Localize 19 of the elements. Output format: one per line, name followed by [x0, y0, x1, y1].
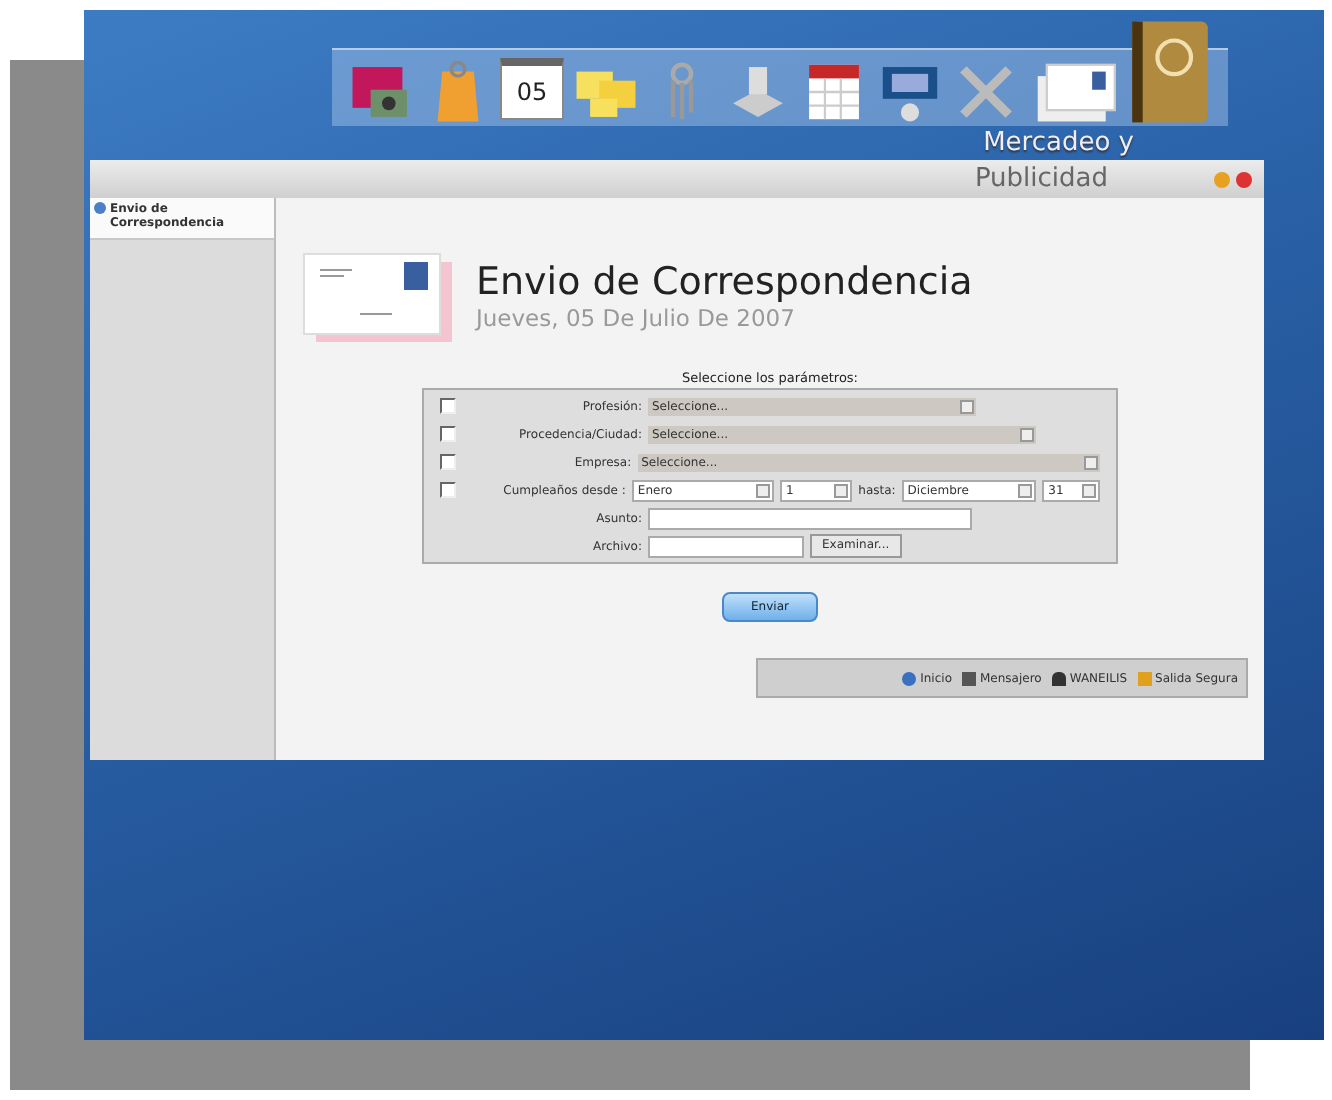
subject-field[interactable] [648, 507, 972, 529]
address-book-icon[interactable] [1128, 18, 1212, 126]
globe-icon [94, 202, 106, 214]
user-icon [1051, 671, 1066, 685]
file-field[interactable] [648, 535, 804, 557]
globe-icon [902, 671, 917, 685]
checkbox[interactable] [440, 482, 456, 498]
checkbox[interactable] [440, 454, 456, 470]
checkbox[interactable] [440, 398, 456, 414]
calendar-day: 05 [516, 78, 548, 106]
date-text: Jueves, 05 De Julio De 2007 [476, 304, 797, 332]
mail-icon [962, 671, 976, 685]
window-title: Publicidad [974, 162, 1108, 196]
close-button[interactable] [1236, 171, 1252, 187]
lock-icon [1137, 671, 1152, 685]
window-title: Mercadeo y [983, 126, 1134, 160]
page-title: Envio de Correspondencia [476, 260, 973, 304]
checkbox[interactable] [440, 426, 456, 442]
calendar-icon[interactable]: 05 [500, 58, 564, 120]
